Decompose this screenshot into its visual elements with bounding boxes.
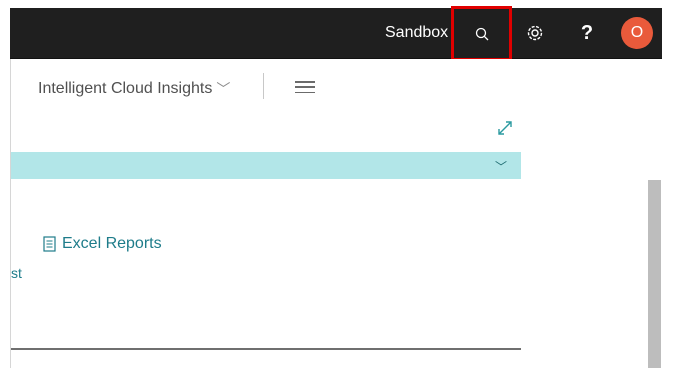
chevron-down-icon: ﹀ bbox=[494, 160, 507, 174]
main-content: Intelligent Cloud Insights ﹀ ﹀ Excel Rep… bbox=[10, 59, 663, 368]
clipped-link-text[interactable]: st bbox=[11, 265, 22, 281]
environment-name: Sandbox bbox=[385, 24, 449, 41]
gear-icon bbox=[527, 25, 543, 41]
report-icon bbox=[43, 236, 56, 252]
role-center-menu-label: Intelligent Cloud Insights bbox=[38, 80, 213, 97]
role-center-menu[interactable]: Intelligent Cloud Insights ﹀ bbox=[38, 79, 230, 99]
collapsible-section-header[interactable]: ﹀ bbox=[11, 152, 521, 179]
help-icon: ? bbox=[580, 21, 594, 44]
hamburger-menu-icon[interactable] bbox=[295, 79, 315, 95]
top-bar: Sandbox ? O bbox=[10, 6, 662, 61]
section-divider bbox=[11, 348, 521, 350]
avatar[interactable]: O bbox=[621, 17, 653, 49]
settings-button[interactable] bbox=[510, 8, 560, 58]
nav-divider bbox=[263, 73, 264, 99]
chevron-down-icon: ﹀ bbox=[216, 81, 231, 97]
expand-icon[interactable] bbox=[496, 119, 514, 137]
excel-reports-label: Excel Reports bbox=[62, 235, 162, 252]
excel-reports-link[interactable]: Excel Reports bbox=[43, 235, 162, 253]
search-button[interactable] bbox=[451, 6, 512, 61]
help-button[interactable]: ? bbox=[562, 8, 612, 58]
vertical-scrollbar[interactable] bbox=[648, 180, 661, 368]
search-icon bbox=[475, 27, 488, 40]
